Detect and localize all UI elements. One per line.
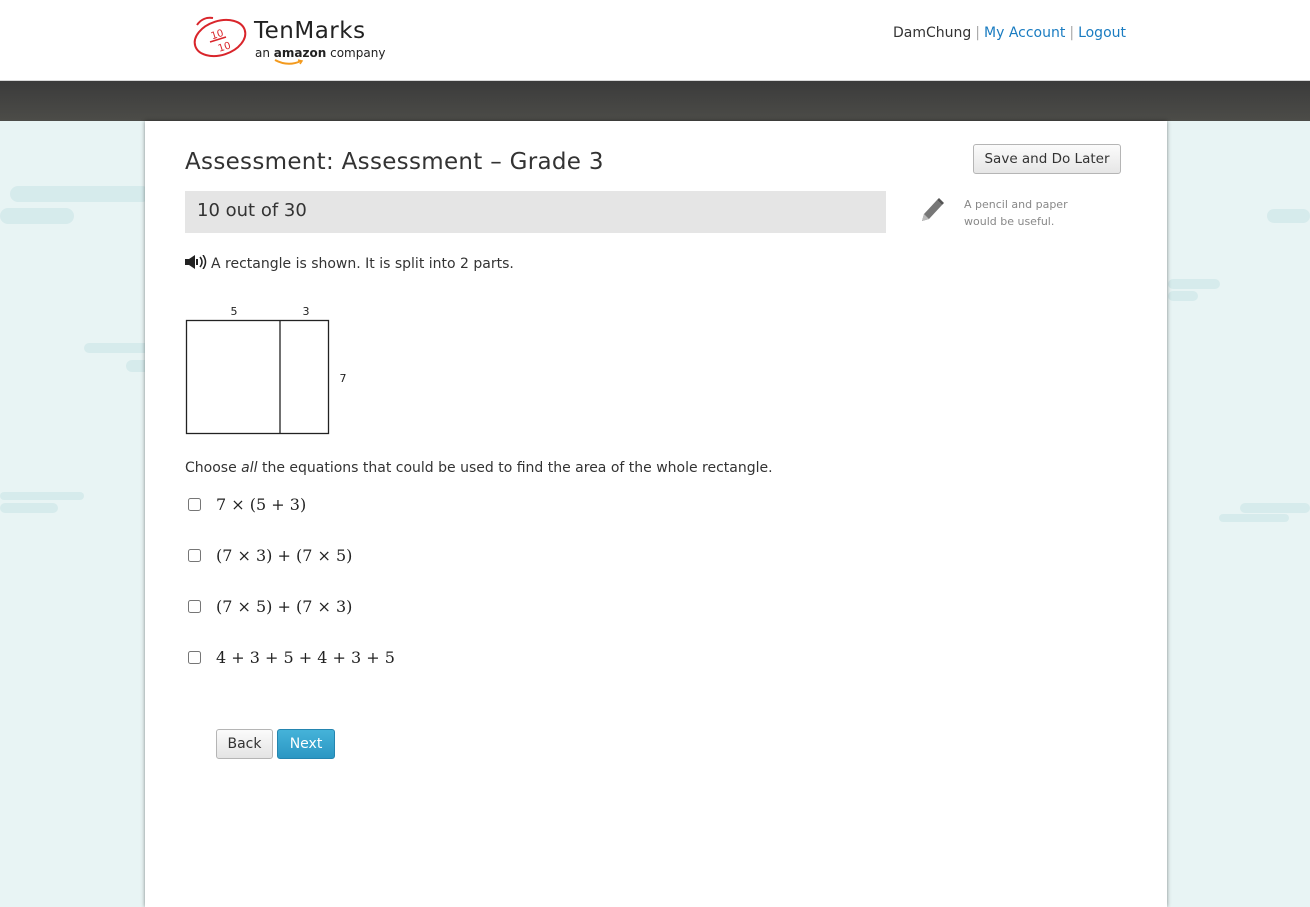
background-cloud xyxy=(1219,514,1289,522)
user-links: DamChung | My Account | Logout xyxy=(893,25,1126,41)
assessment-panel: Assessment: Assessment – Grade 3 Save an… xyxy=(145,121,1167,907)
background-cloud xyxy=(1168,279,1220,289)
speaker-icon[interactable] xyxy=(185,254,207,273)
height-label: 7 xyxy=(340,372,347,385)
my-account-link[interactable]: My Account xyxy=(984,25,1065,41)
amazon-smile-icon xyxy=(274,59,304,65)
question-text: A rectangle is shown. It is split into 2… xyxy=(185,254,514,273)
answer-choice-4[interactable]: 4 + 3 + 5 + 4 + 3 + 5 xyxy=(188,645,395,669)
answer-choice-3[interactable]: (7 × 5) + (7 × 3) xyxy=(188,594,352,618)
answer-choice-2[interactable]: (7 × 3) + (7 × 5) xyxy=(188,543,352,567)
background-cloud xyxy=(84,343,154,353)
background-cloud xyxy=(0,492,84,500)
background-cloud xyxy=(1240,503,1310,513)
separator: | xyxy=(975,25,980,41)
back-button[interactable]: Back xyxy=(216,729,273,759)
question-statement: A rectangle is shown. It is split into 2… xyxy=(211,256,514,272)
top-header: 10 10 TenMarks an amazon company DamChun… xyxy=(0,0,1310,81)
prompt-post: the equations that could be used to find… xyxy=(261,460,773,476)
choice-checkbox-1[interactable] xyxy=(188,497,201,511)
choice-expression: (7 × 5) + (7 × 3) xyxy=(216,596,353,616)
nav-bar xyxy=(0,81,1310,121)
progress-indicator: 10 out of 30 xyxy=(185,191,886,233)
page-title: Assessment: Assessment – Grade 3 xyxy=(185,149,604,175)
brand-tagline-amazon: amazon xyxy=(273,46,327,60)
brand-tagline-pre: an xyxy=(255,46,270,60)
brand-name: TenMarks xyxy=(254,18,366,44)
brand-tagline: an amazon company xyxy=(255,46,385,60)
choice-expression: 4 + 3 + 5 + 4 + 3 + 5 xyxy=(216,647,395,667)
background-cloud xyxy=(0,208,74,224)
prompt-pre: Choose xyxy=(185,460,237,476)
tenmarks-logo[interactable]: 10 10 TenMarks an amazon company xyxy=(191,15,391,65)
choice-expression: (7 × 3) + (7 × 5) xyxy=(216,545,353,565)
background-cloud xyxy=(1168,291,1198,301)
left-width-label: 5 xyxy=(231,305,238,318)
background-cloud xyxy=(1267,209,1310,223)
username: DamChung xyxy=(893,25,972,41)
logout-link[interactable]: Logout xyxy=(1078,25,1126,41)
choice-checkbox-4[interactable] xyxy=(188,650,201,664)
right-width-label: 3 xyxy=(303,305,310,318)
background-cloud xyxy=(10,186,150,202)
pencil-icon xyxy=(922,198,944,221)
brand-tagline-post: company xyxy=(330,46,386,60)
separator: | xyxy=(1069,25,1075,41)
tip-text: A pencil and paper would be useful. xyxy=(964,198,1068,228)
choice-checkbox-3[interactable] xyxy=(188,599,201,613)
answer-choice-1[interactable]: 7 × (5 + 3) xyxy=(188,492,306,516)
next-button[interactable]: Next xyxy=(277,729,335,759)
rectangle-diagram: 5 3 7 xyxy=(185,305,347,435)
choice-expression: 7 × (5 + 3) xyxy=(216,494,307,514)
background-cloud xyxy=(0,503,58,513)
save-and-do-later-button[interactable]: Save and Do Later xyxy=(973,144,1121,174)
prompt-emphasis: all xyxy=(241,460,258,476)
ten-tenths-logo-icon: 10 10 xyxy=(193,16,247,58)
whole-rectangle xyxy=(185,319,330,435)
question-prompt: Choose all the equations that could be u… xyxy=(185,460,773,476)
choice-checkbox-2[interactable] xyxy=(188,548,201,562)
